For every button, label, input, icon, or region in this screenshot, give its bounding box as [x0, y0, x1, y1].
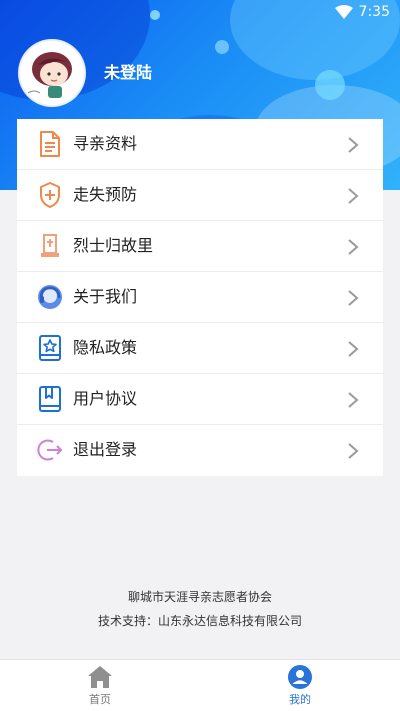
status-bar: 7:35	[334, 0, 400, 24]
tab-label: 我的	[289, 693, 311, 706]
footer-organization: 聊城市天涯寻亲志愿者协会	[127, 590, 272, 604]
wifi-icon	[334, 5, 353, 19]
chevron-right-icon	[348, 137, 359, 153]
menu-item-about-us[interactable]: 关于我们	[17, 272, 383, 323]
menu-item-label: 寻亲资料	[73, 134, 138, 153]
menu-item-label: 用户协议	[73, 389, 138, 408]
menu-list: 寻亲资料 走失预防 烈士归故里 关于我们 隐私政策 用户协议 退出登录	[17, 119, 383, 476]
menu-item-logout[interactable]: 退出登录	[17, 425, 383, 476]
header-decoration	[315, 70, 345, 100]
menu-item-privacy-policy[interactable]: 隐私政策	[17, 323, 383, 374]
menu-item-label: 退出登录	[73, 440, 138, 459]
menu-item-label: 走失预防	[73, 185, 138, 204]
header-decoration	[215, 40, 229, 54]
bottom-tab-bar: 首页 我的	[0, 659, 400, 711]
menu-item-search-records[interactable]: 寻亲资料	[17, 119, 383, 170]
status-time: 7:35	[358, 4, 390, 20]
menu-item-user-agreement[interactable]: 用户协议	[17, 374, 383, 425]
shield-plus-icon	[37, 182, 63, 208]
document-icon	[37, 131, 63, 157]
avatar-cartoon-icon	[27, 52, 72, 98]
tab-label: 首页	[89, 693, 111, 706]
chevron-right-icon	[348, 290, 359, 306]
footer-tech-support: 技术支持：山东永达信息科技有限公司	[97, 614, 302, 628]
headset-icon	[37, 284, 63, 310]
menu-item-label: 隐私政策	[73, 338, 138, 357]
bookmark-book-icon	[37, 386, 63, 412]
logout-icon	[37, 437, 63, 463]
chevron-right-icon	[348, 392, 359, 408]
avatar[interactable]	[20, 41, 84, 105]
memorial-icon	[37, 233, 63, 259]
menu-item-label: 烈士归故里	[73, 236, 154, 255]
chevron-right-icon	[348, 341, 359, 357]
home-icon	[88, 666, 112, 688]
user-icon	[288, 665, 312, 689]
menu-item-martyrs-return[interactable]: 烈士归故里	[17, 221, 383, 272]
star-book-icon	[37, 335, 63, 361]
chevron-right-icon	[348, 239, 359, 255]
username-label[interactable]: 未登陆	[104, 62, 152, 84]
header-decoration	[150, 10, 160, 20]
tab-home[interactable]: 首页	[0, 660, 200, 711]
menu-item-loss-prevention[interactable]: 走失预防	[17, 170, 383, 221]
tab-mine[interactable]: 我的	[200, 660, 400, 711]
menu-item-label: 关于我们	[73, 287, 138, 306]
chevron-right-icon	[348, 188, 359, 204]
chevron-right-icon	[348, 443, 359, 459]
